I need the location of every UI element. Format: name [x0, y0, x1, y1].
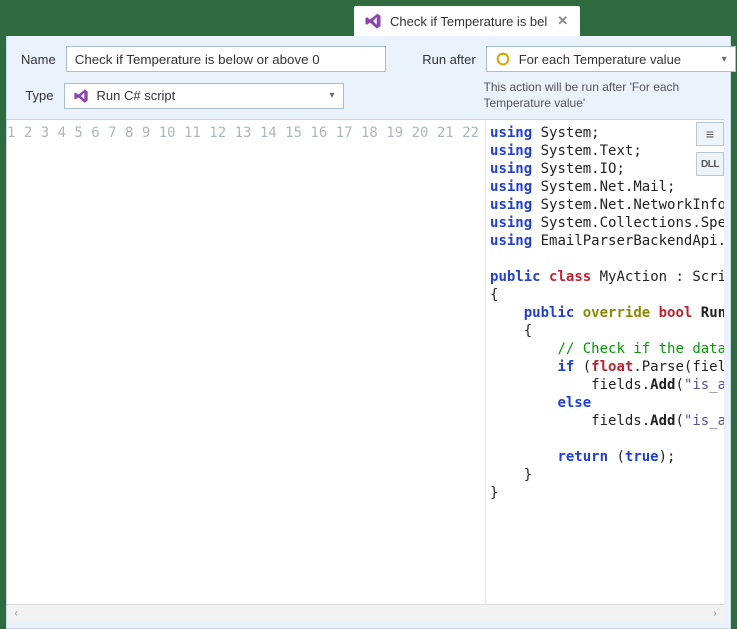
name-input[interactable] [66, 46, 386, 72]
app-window: Check if Temperature is bel ✕ Name Run a… [0, 0, 737, 629]
run-after-select[interactable]: For each Temperature value ▾ [486, 46, 736, 72]
code-area[interactable]: using System; using System.Text; using S… [486, 120, 724, 604]
code-editor[interactable]: 1 2 3 4 5 6 7 8 9 10 11 12 13 14 15 16 1… [7, 119, 724, 604]
scroll-right-icon[interactable]: › [706, 605, 724, 623]
close-icon[interactable]: ✕ [555, 13, 570, 29]
type-label: Type [21, 88, 54, 103]
run-after-value: For each Temperature value [519, 52, 714, 67]
action-header: Name Run after For each Temperature valu… [7, 36, 730, 119]
horizontal-scrollbar[interactable]: ‹ › [7, 604, 724, 622]
action-panel: Name Run after For each Temperature valu… [6, 36, 731, 629]
tab-bar: Check if Temperature is bel ✕ [6, 6, 731, 36]
visual-studio-icon [73, 88, 89, 104]
menu-button[interactable]: ≡ [696, 122, 724, 146]
visual-studio-icon [364, 12, 382, 30]
tab-label: Check if Temperature is bel [390, 14, 547, 29]
chevron-down-icon: ▾ [329, 90, 334, 101]
run-after-hint: This action will be run after 'For each … [484, 80, 717, 111]
type-value: Run C# script [97, 88, 322, 103]
type-select[interactable]: Run C# script ▾ [64, 83, 344, 109]
name-label: Name [21, 52, 56, 67]
line-gutter: 1 2 3 4 5 6 7 8 9 10 11 12 13 14 15 16 1… [7, 120, 486, 604]
tab-action[interactable]: Check if Temperature is bel ✕ [354, 6, 580, 36]
dll-button[interactable]: DLL [696, 152, 724, 176]
scroll-left-icon[interactable]: ‹ [7, 605, 25, 623]
loop-icon [495, 51, 511, 67]
editor-side-buttons: ≡ DLL [696, 122, 724, 176]
run-after-label: Run after [414, 52, 476, 67]
chevron-down-icon: ▾ [722, 54, 727, 65]
